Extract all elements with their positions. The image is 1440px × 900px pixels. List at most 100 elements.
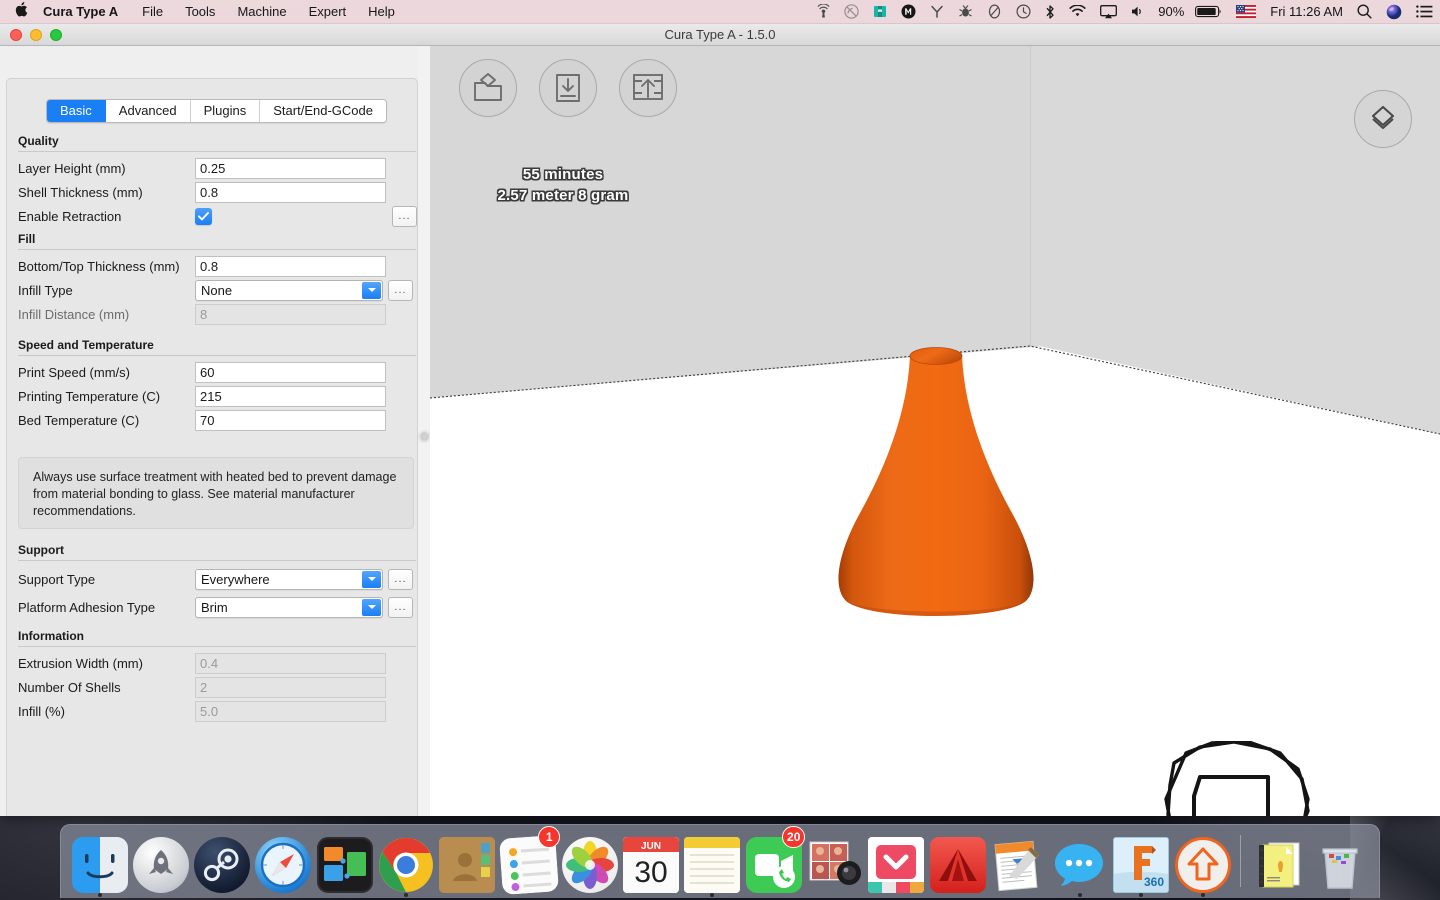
dock-item-cura-type-a[interactable] bbox=[1172, 829, 1233, 897]
menubar-clock[interactable]: Fri 11:26 AM bbox=[1263, 0, 1350, 24]
mailbutler-icon[interactable] bbox=[894, 0, 923, 24]
dock-item-documents-stack[interactable] bbox=[1248, 829, 1309, 893]
dock-item-safari[interactable] bbox=[253, 829, 314, 893]
menu-app-name[interactable]: Cura Type A bbox=[41, 0, 131, 24]
safari-compass-icon bbox=[261, 842, 306, 888]
dock-item-pages[interactable] bbox=[988, 829, 1049, 893]
apple-logo-icon[interactable] bbox=[0, 2, 41, 21]
row-printing-temperature: Printing Temperature (C) 215 bbox=[18, 384, 418, 408]
dock-item-contacts[interactable] bbox=[437, 829, 498, 893]
dock-item-trash[interactable] bbox=[1310, 829, 1371, 893]
tab-start-end-gcode[interactable]: Start/End-GCode bbox=[260, 100, 386, 122]
macos-dock: 1 JUN 30 20 360 bbox=[60, 824, 1380, 898]
virus-scan-icon[interactable] bbox=[951, 0, 980, 24]
dock-item-messages[interactable] bbox=[1050, 829, 1111, 897]
dock-item-reminders[interactable]: 1 bbox=[498, 826, 561, 895]
splitter-handle[interactable] bbox=[420, 432, 429, 441]
row-print-speed: Print Speed (mm/s) 60 bbox=[18, 360, 418, 384]
tab-plugins[interactable]: Plugins bbox=[190, 100, 261, 122]
enable-retraction-checkbox[interactable] bbox=[195, 207, 212, 225]
infill-type-select[interactable]: None bbox=[195, 279, 383, 301]
tab-advanced[interactable]: Advanced bbox=[105, 100, 191, 122]
hue-icon[interactable] bbox=[923, 0, 951, 24]
section-speed-temperature-title: Speed and Temperature bbox=[18, 338, 416, 356]
airplay-icon[interactable] bbox=[1093, 0, 1124, 24]
platform-adhesion-value: Brim bbox=[201, 599, 228, 615]
dock-item-notes[interactable] bbox=[682, 829, 743, 897]
dock-item-photos[interactable] bbox=[559, 829, 620, 893]
time-machine-icon[interactable] bbox=[1009, 0, 1038, 24]
row-infill-type: Infill Type None ... bbox=[18, 278, 418, 302]
number-of-shells-label: Number Of Shells bbox=[18, 679, 121, 695]
dock-item-chrome[interactable] bbox=[375, 829, 436, 897]
airport-utility-icon[interactable] bbox=[810, 0, 837, 24]
dock-item-finder[interactable] bbox=[69, 829, 130, 897]
dock-item-steam[interactable] bbox=[192, 829, 253, 893]
support-type-more-button[interactable]: ... bbox=[388, 568, 413, 590]
dock-item-calendar[interactable]: JUN 30 bbox=[621, 829, 682, 893]
dock-item-fusion360[interactable]: 360 bbox=[1111, 829, 1172, 897]
3d-model-object[interactable] bbox=[830, 343, 1042, 618]
menu-help[interactable]: Help bbox=[357, 0, 406, 24]
menu-machine[interactable]: Machine bbox=[226, 0, 297, 24]
facetime-badge: 20 bbox=[782, 826, 806, 848]
platform-adhesion-select[interactable]: Brim bbox=[195, 596, 383, 618]
printing-temperature-input[interactable]: 215 bbox=[195, 385, 386, 407]
3d-viewport[interactable]: 55 minutes 2.57 meter 8 gram bbox=[430, 46, 1440, 816]
siri-icon[interactable] bbox=[1379, 0, 1409, 24]
platform-adhesion-more-button[interactable]: ... bbox=[388, 596, 413, 618]
bed-temperature-input[interactable]: 70 bbox=[195, 409, 386, 431]
infill-type-more-button[interactable]: ... bbox=[388, 279, 413, 301]
cura-application-window: Cura Type A - 1.5.0 Basic Advanced Plugi… bbox=[0, 24, 1440, 816]
dock-item-photo-booth[interactable] bbox=[804, 829, 865, 893]
material-note-box: Always use surface treatment with heated… bbox=[18, 457, 414, 529]
bottom-top-thickness-label: Bottom/Top Thickness (mm) bbox=[18, 258, 180, 274]
menu-tools[interactable]: Tools bbox=[174, 0, 226, 24]
dropbox-icon[interactable] bbox=[866, 0, 894, 24]
wifi-icon[interactable] bbox=[1062, 0, 1093, 24]
view-mode-button[interactable] bbox=[1354, 90, 1412, 148]
support-type-select[interactable]: Everywhere bbox=[195, 568, 383, 590]
row-bed-temperature: Bed Temperature (C) 70 bbox=[18, 408, 418, 432]
us-flag-icon[interactable] bbox=[1229, 0, 1263, 24]
layer-height-input[interactable]: 0.25 bbox=[195, 157, 386, 179]
chrome-icon bbox=[379, 838, 434, 892]
volume-icon[interactable] bbox=[1124, 0, 1151, 24]
share-print-button[interactable] bbox=[619, 59, 677, 117]
spotlight-search-icon[interactable] bbox=[1350, 0, 1379, 24]
dock-item-autocad[interactable] bbox=[927, 829, 988, 893]
row-enable-retraction: Enable Retraction ... bbox=[18, 204, 418, 228]
load-model-button[interactable] bbox=[459, 59, 517, 117]
print-speed-input[interactable]: 60 bbox=[195, 361, 386, 383]
tab-basic[interactable]: Basic bbox=[47, 100, 106, 122]
dock-item-mission-control[interactable] bbox=[314, 829, 375, 893]
menu-expert[interactable]: Expert bbox=[298, 0, 358, 24]
messages-icon bbox=[1055, 844, 1104, 886]
row-extrusion-width: Extrusion Width (mm) 0.4 bbox=[18, 651, 418, 675]
battery-percent[interactable]: 90% bbox=[1151, 4, 1188, 19]
creative-cloud-icon[interactable] bbox=[837, 0, 866, 24]
photo-booth-icon bbox=[809, 841, 862, 885]
menu-file[interactable]: File bbox=[131, 0, 174, 24]
dock-item-launchpad[interactable] bbox=[130, 829, 191, 893]
enable-retraction-more-button[interactable]: ... bbox=[392, 205, 417, 227]
infill-percent-label: Infill (%) bbox=[18, 703, 65, 719]
battery-icon[interactable] bbox=[1188, 0, 1229, 24]
dock-item-pocket[interactable] bbox=[866, 829, 927, 893]
nosleep-icon[interactable] bbox=[980, 0, 1009, 24]
bluetooth-icon[interactable] bbox=[1038, 0, 1062, 24]
type-a-machines-logo bbox=[1164, 741, 1310, 816]
notification-center-icon[interactable] bbox=[1409, 0, 1440, 24]
notes-icon bbox=[684, 837, 741, 893]
panel-splitter[interactable] bbox=[418, 46, 430, 816]
window-title: Cura Type A - 1.5.0 bbox=[664, 26, 776, 42]
save-toolpath-button[interactable] bbox=[539, 59, 597, 117]
platform-upload-icon bbox=[633, 74, 663, 100]
mission-control-icon bbox=[323, 847, 366, 881]
bottom-top-thickness-input[interactable]: 0.8 bbox=[195, 255, 386, 277]
reminders-badge: 1 bbox=[538, 826, 561, 848]
documents-stack-icon bbox=[1258, 842, 1300, 888]
pocket-icon bbox=[868, 837, 925, 893]
shell-thickness-input[interactable]: 0.8 bbox=[195, 181, 386, 203]
dock-item-facetime[interactable]: 20 bbox=[743, 826, 806, 893]
